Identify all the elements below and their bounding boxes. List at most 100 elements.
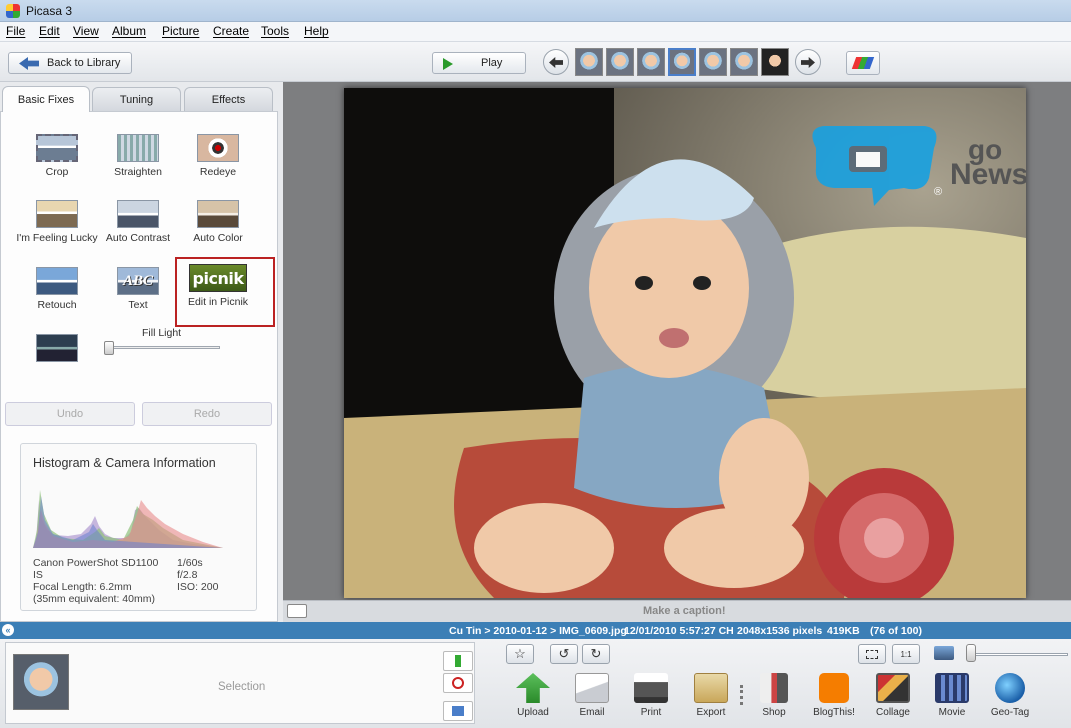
export-icon bbox=[694, 673, 728, 703]
crop-icon bbox=[36, 134, 78, 162]
upload-label: Upload bbox=[517, 707, 549, 718]
back-arrow-icon bbox=[19, 57, 39, 70]
redeye-icon bbox=[197, 134, 239, 162]
undo-button[interactable]: Undo bbox=[5, 402, 135, 426]
collage-button[interactable]: Collage bbox=[863, 673, 923, 718]
filmstrip-thumb[interactable] bbox=[730, 48, 758, 76]
star-icon: ☆ bbox=[514, 646, 526, 661]
photo-file-size: 419KB bbox=[827, 625, 860, 637]
shop-button[interactable]: Shop bbox=[744, 673, 804, 718]
email-button[interactable]: Email bbox=[562, 673, 622, 718]
share-icon bbox=[851, 57, 875, 69]
menu-create[interactable]: Create bbox=[213, 24, 249, 38]
photo-illustration bbox=[344, 88, 1026, 598]
share-button[interactable] bbox=[846, 51, 880, 75]
upload-button[interactable]: Upload bbox=[503, 673, 563, 718]
rotate-right-button[interactable]: ↻ bbox=[582, 644, 610, 664]
zoom-photo-icon bbox=[934, 646, 954, 660]
back-to-library-label: Back to Library bbox=[47, 57, 121, 69]
redeye-tool[interactable]: Redeye bbox=[168, 134, 268, 178]
rotate-right-icon: ↻ bbox=[590, 646, 602, 661]
album-icon bbox=[452, 706, 464, 716]
fit-to-window-button[interactable] bbox=[858, 644, 886, 664]
menu-tools[interactable]: Tools bbox=[261, 24, 289, 38]
clear-tray-button[interactable] bbox=[443, 673, 473, 693]
watermark-registered: ® bbox=[934, 186, 943, 198]
title-bar: Picasa 3 bbox=[0, 0, 1071, 22]
photo-date: 12/01/2010 5:57:27 CH bbox=[624, 625, 734, 637]
top-toolbar: Back to Library Play bbox=[0, 42, 1071, 82]
tab-basic-fixes[interactable]: Basic Fixes bbox=[2, 86, 90, 112]
collapse-panel-icon[interactable]: « bbox=[2, 624, 14, 636]
star-button[interactable]: ☆ bbox=[506, 644, 534, 664]
add-to-album-button[interactable] bbox=[443, 701, 473, 721]
blogthis-button[interactable]: BlogThis! bbox=[804, 673, 864, 718]
back-to-library-button[interactable]: Back to Library bbox=[8, 52, 132, 74]
export-button[interactable]: Export bbox=[681, 673, 741, 718]
picnik-highlight-box bbox=[175, 257, 275, 327]
fill-light-slider[interactable] bbox=[104, 341, 220, 355]
watermark-news: News bbox=[950, 158, 1026, 191]
menu-picture[interactable]: Picture bbox=[162, 24, 199, 38]
filmstrip-thumb[interactable] bbox=[761, 48, 789, 76]
geotag-label: Geo-Tag bbox=[990, 707, 1030, 718]
focal-length: Focal Length: 6.2mm bbox=[33, 581, 132, 593]
picasa-app-icon bbox=[6, 4, 20, 18]
redo-button[interactable]: Redo bbox=[142, 402, 272, 426]
menu-edit[interactable]: Edit bbox=[39, 24, 60, 38]
movie-icon bbox=[935, 673, 969, 703]
hold-pin-button[interactable] bbox=[443, 651, 473, 671]
print-button[interactable]: Print bbox=[621, 673, 681, 718]
focal-length-equivalent: (35mm equivalent: 40mm) bbox=[33, 593, 155, 605]
tray-selection-label: Selection bbox=[218, 681, 266, 693]
play-button[interactable]: Play bbox=[432, 52, 526, 74]
tray-thumbnail[interactable] bbox=[13, 654, 69, 710]
auto-color-tool[interactable]: Auto Color bbox=[168, 200, 268, 244]
movie-button[interactable]: Movie bbox=[922, 673, 982, 718]
filmstrip-thumb[interactable] bbox=[575, 48, 603, 76]
caption-keyboard-icon[interactable] bbox=[287, 604, 307, 618]
zoom-slider-knob[interactable] bbox=[966, 644, 976, 662]
photo-dimensions: 2048x1536 pixels bbox=[737, 625, 823, 637]
next-photo-button[interactable] bbox=[795, 49, 821, 75]
histogram-chart bbox=[33, 490, 223, 548]
blogger-icon bbox=[819, 673, 849, 703]
menu-bar: File Edit View Album Picture Create Tool… bbox=[0, 22, 1071, 42]
camera-model-line2: IS bbox=[33, 569, 43, 581]
geotag-icon bbox=[995, 673, 1025, 703]
redeye-label: Redeye bbox=[199, 166, 237, 178]
caption-input[interactable]: Make a caption! bbox=[643, 605, 726, 617]
collage-label: Collage bbox=[876, 707, 910, 718]
blogthis-label: BlogThis! bbox=[813, 707, 855, 718]
straighten-icon bbox=[117, 134, 159, 162]
rotate-left-button[interactable]: ↺ bbox=[550, 644, 578, 664]
filmstrip-thumb[interactable] bbox=[699, 48, 727, 76]
fill-light-knob[interactable] bbox=[104, 341, 114, 355]
menu-view[interactable]: View bbox=[73, 24, 99, 38]
tab-tuning[interactable]: Tuning bbox=[92, 87, 181, 111]
fill-light-track bbox=[108, 346, 220, 349]
filmstrip-thumb-selected[interactable] bbox=[668, 48, 696, 76]
zoom-slider-track[interactable] bbox=[968, 653, 1068, 656]
previous-photo-button[interactable] bbox=[543, 49, 569, 75]
iso: ISO: 200 bbox=[177, 581, 219, 593]
menu-file[interactable]: File bbox=[6, 24, 25, 38]
menu-album[interactable]: Album bbox=[112, 24, 146, 38]
fill-light-tool[interactable] bbox=[7, 334, 107, 362]
status-bar: « Cu Tin > 2010-01-12 > IMG_0609.jpg 12/… bbox=[0, 622, 1071, 639]
pin-icon bbox=[455, 655, 461, 667]
feeling-lucky-icon bbox=[36, 200, 78, 228]
filmstrip-thumb[interactable] bbox=[606, 48, 634, 76]
actual-size-button[interactable]: 1:1 bbox=[892, 644, 920, 664]
auto-color-icon bbox=[197, 200, 239, 228]
print-label: Print bbox=[640, 707, 662, 718]
filmstrip-thumb[interactable] bbox=[637, 48, 665, 76]
bottom-bar: Selection ☆ ↺ ↻ 1:1 Upload Email Print E… bbox=[0, 639, 1071, 728]
export-label: Export bbox=[696, 707, 726, 718]
edit-pane: Basic Fixes Tuning Effects Crop Straight… bbox=[0, 82, 283, 622]
tab-effects[interactable]: Effects bbox=[184, 87, 273, 111]
menu-help[interactable]: Help bbox=[304, 24, 329, 38]
histogram-panel: Histogram & Camera Information Canon Pow… bbox=[20, 443, 257, 611]
main-photo[interactable]: go News ® bbox=[344, 88, 1026, 598]
geotag-button[interactable]: Geo-Tag bbox=[980, 673, 1040, 718]
